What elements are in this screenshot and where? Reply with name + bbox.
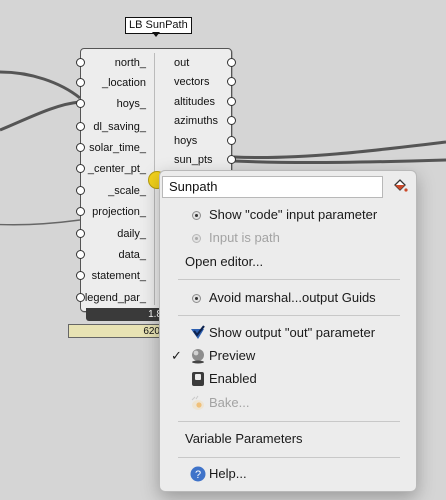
sphere-icon — [192, 349, 204, 364]
output-grip[interactable] — [227, 58, 236, 67]
input-dl-saving[interactable]: dl_saving_ — [93, 121, 146, 133]
menu-separator — [178, 279, 400, 280]
menu-separator — [178, 457, 400, 458]
menu-item-open-editor[interactable]: Open editor... — [160, 251, 416, 273]
help-icon: ? — [190, 466, 206, 482]
menu-item-input-is-path: Input is path — [160, 227, 416, 249]
input-data[interactable]: data_ — [118, 249, 146, 261]
input-legend-par[interactable]: legend_par_ — [85, 292, 146, 304]
input-grip[interactable] — [76, 164, 85, 173]
output-altitudes[interactable]: altitudes — [174, 96, 215, 108]
menu-item-label: Avoid marshal...output Guids — [209, 290, 376, 305]
input-hoys[interactable]: hoys_ — [117, 98, 146, 110]
input-solar-time[interactable]: solar_time_ — [89, 142, 146, 154]
output-sun-pts[interactable]: sun_pts — [174, 154, 213, 166]
input-daily[interactable]: daily_ — [117, 228, 146, 240]
menu-item-preview[interactable]: ✓ Preview — [160, 345, 416, 367]
menu-item-label: Bake... — [209, 395, 250, 410]
menu-item-label: Show output "out" parameter — [209, 325, 376, 340]
input-grip[interactable] — [76, 229, 85, 238]
input-grip[interactable] — [76, 99, 85, 108]
title-tag-pointer — [152, 32, 160, 37]
checkmark-icon: ✓ — [171, 348, 182, 363]
radio-dot-icon — [192, 294, 201, 303]
input-grip[interactable] — [76, 58, 85, 67]
menu-item-help[interactable]: ? Help... — [160, 463, 416, 485]
input-scale[interactable]: _scale_ — [108, 185, 146, 197]
switch-icon — [192, 372, 204, 386]
menu-item-label: Enabled — [209, 371, 257, 386]
menu-item-label: Help... — [209, 466, 247, 481]
output-out[interactable]: out — [174, 57, 189, 69]
input-grip[interactable] — [76, 143, 85, 152]
output-grip[interactable] — [227, 155, 236, 164]
menu-separator — [178, 421, 400, 422]
input-grip[interactable] — [76, 78, 85, 87]
input-statement[interactable]: statement_ — [92, 270, 146, 282]
output-grip[interactable] — [227, 116, 236, 125]
output-hoys[interactable]: hoys — [174, 135, 197, 147]
input-north[interactable]: north_ — [115, 57, 146, 69]
input-grip[interactable] — [76, 293, 85, 302]
input-projection[interactable]: projection_ — [92, 206, 146, 218]
paint-bucket-icon[interactable] — [392, 179, 408, 195]
input-grip[interactable] — [76, 207, 85, 216]
menu-item-show-code-input[interactable]: Show "code" input parameter — [160, 204, 416, 226]
radio-dot-icon — [192, 211, 201, 220]
output-azimuths[interactable]: azimuths — [174, 115, 218, 127]
menu-item-label: Variable Parameters — [185, 431, 303, 446]
menu-item-label: Open editor... — [185, 254, 264, 269]
input-grip[interactable] — [76, 271, 85, 280]
output-grip[interactable] — [227, 97, 236, 106]
input-grip[interactable] — [76, 122, 85, 131]
input-center-pt[interactable]: _center_pt_ — [88, 163, 146, 175]
component-version-label: 1.8 — [86, 308, 164, 321]
menu-separator — [178, 315, 400, 316]
input-grip[interactable] — [76, 250, 85, 259]
input-location[interactable]: _location — [102, 77, 146, 89]
menu-item-avoid-marshal[interactable]: Avoid marshal...output Guids — [160, 287, 416, 309]
menu-item-enabled[interactable]: Enabled — [160, 368, 416, 390]
radio-dot-icon — [192, 234, 201, 243]
output-grip[interactable] — [227, 77, 236, 86]
menu-item-bake: Bake... — [160, 392, 416, 414]
component-name-input[interactable]: Sunpath — [162, 176, 383, 198]
output-checkbox-icon — [191, 325, 205, 339]
menu-item-show-output[interactable]: Show output "out" parameter — [160, 322, 416, 344]
output-vectors[interactable]: vectors — [174, 76, 209, 88]
bake-egg-icon — [191, 395, 204, 410]
svg-text:?: ? — [195, 469, 201, 481]
menu-item-label: Show "code" input parameter — [209, 207, 378, 222]
menu-item-label: Input is path — [209, 230, 280, 245]
context-menu: Sunpath Show "code" input parameter Inpu… — [159, 170, 417, 492]
menu-item-label: Preview — [209, 348, 256, 363]
input-grip[interactable] — [76, 186, 85, 195]
output-grip[interactable] — [227, 136, 236, 145]
menu-item-variable-parameters[interactable]: Variable Parameters — [160, 428, 416, 450]
component-count-bar: 620 — [68, 324, 164, 338]
